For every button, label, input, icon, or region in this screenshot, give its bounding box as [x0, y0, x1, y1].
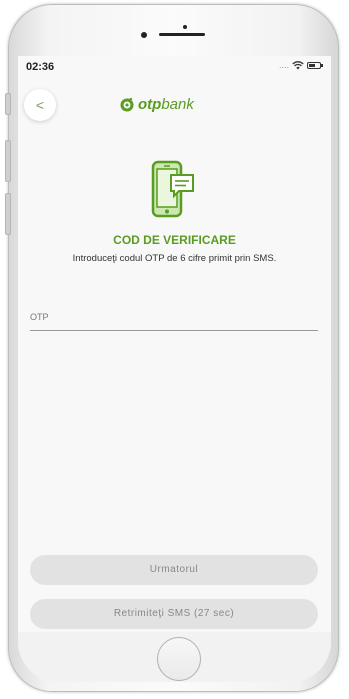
side-button-mute	[5, 93, 11, 115]
status-icons: ....	[278, 60, 323, 70]
side-button-volume-up	[5, 140, 11, 182]
front-camera	[141, 32, 147, 38]
logo-text-bank: bank	[161, 96, 194, 113]
earpiece-speaker	[159, 33, 205, 36]
battery-icon	[307, 61, 323, 69]
app-screen: 02:36 .... < otp bank COD DE VERIFICARE I…	[18, 56, 331, 632]
instruction-text: Introduceţi codul OTP de 6 cifre primit …	[72, 253, 277, 264]
status-time: 02:36	[26, 61, 55, 73]
home-button[interactable]	[157, 637, 201, 681]
resend-sms-button[interactable]: Retrimiteţi SMS (27 sec)	[30, 599, 318, 629]
signal-dots: ....	[278, 60, 289, 70]
side-button-volume-down	[5, 193, 11, 235]
otp-input[interactable]	[30, 308, 318, 331]
otpbank-logo: otp bank	[120, 96, 194, 113]
back-button[interactable]: <	[24, 89, 56, 121]
proximity-sensor	[183, 25, 187, 29]
otp-logo-mark-icon	[120, 97, 134, 111]
wifi-icon	[292, 60, 304, 69]
chevron-left-icon: <	[35, 97, 45, 113]
next-button[interactable]: Urmatorul	[30, 555, 318, 585]
phone-sms-icon	[151, 160, 194, 218]
page-title: COD DE VERIFICARE	[113, 233, 236, 247]
logo-text-otp: otp	[138, 96, 162, 113]
